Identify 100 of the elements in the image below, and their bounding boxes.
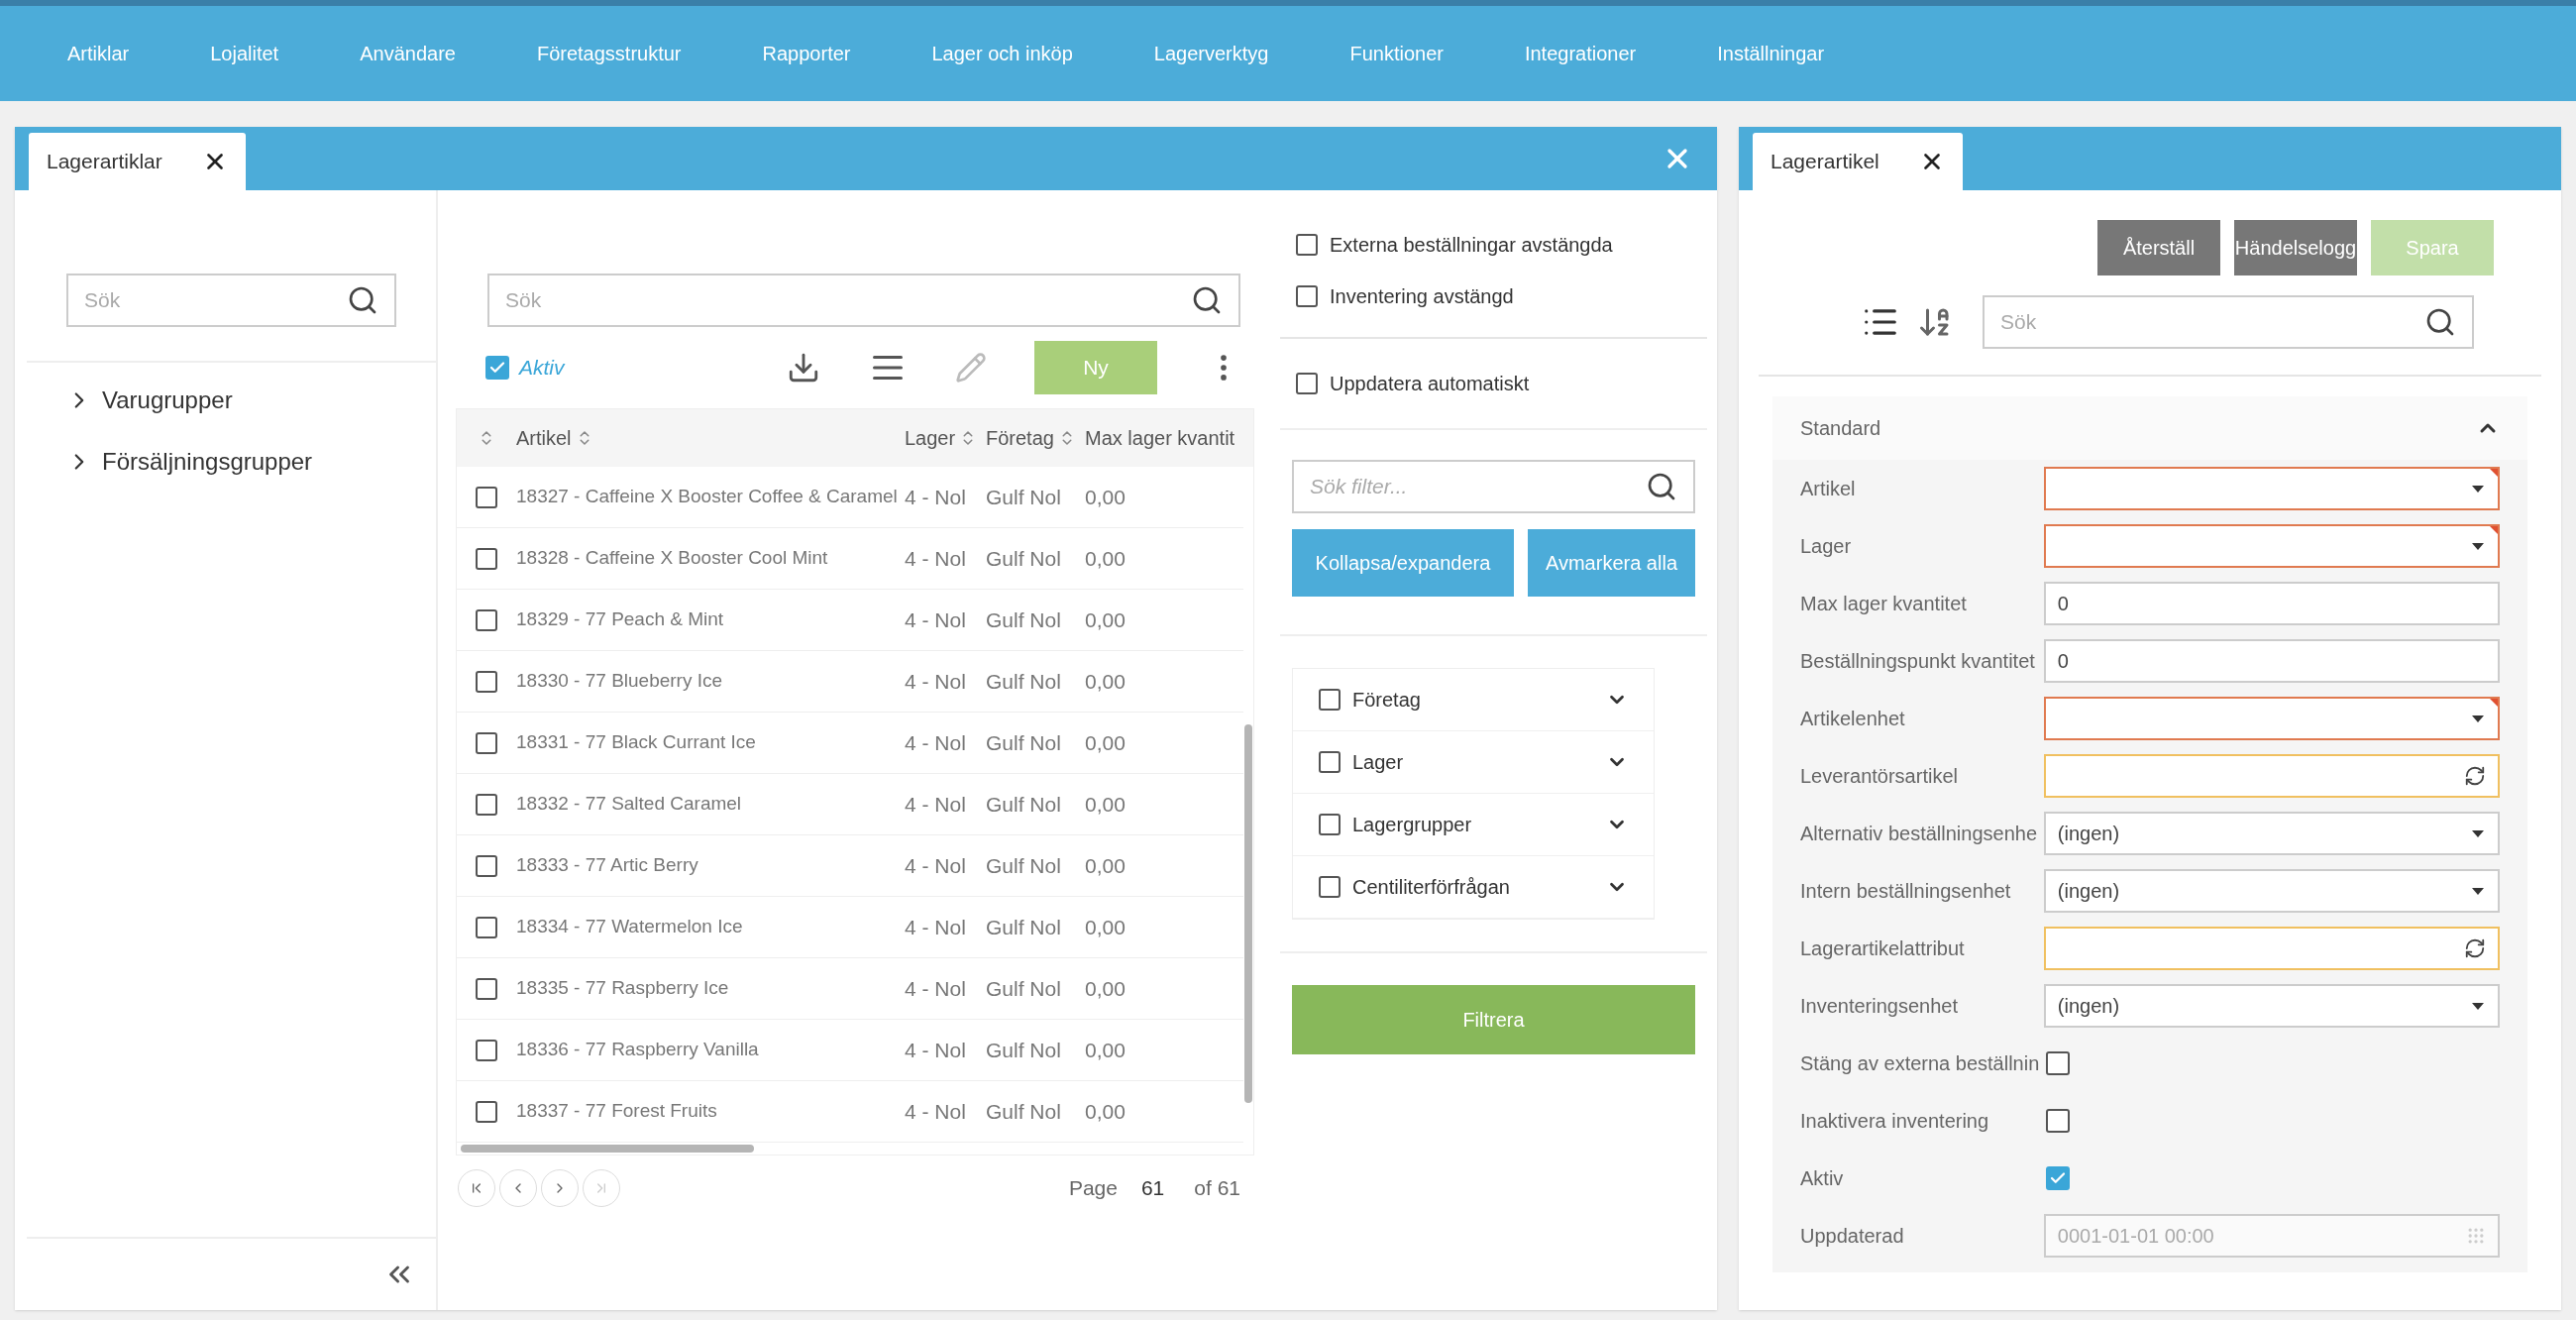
table-row[interactable]: 18331 - 77 Black Currant Ice 4 - Nol Gulf Nol 0,00 [457, 713, 1243, 774]
checkbox[interactable] [2046, 1051, 2070, 1075]
action-button[interactable]: Kollapsa/expandera [1292, 529, 1514, 597]
tree-item[interactable]: Försäljningsgrupper [66, 444, 396, 480]
filter-group[interactable]: Lagergrupper [1293, 794, 1654, 856]
table-row[interactable]: 18332 - 77 Salted Caramel 4 - Nol Gulf Nol 0,00 [457, 774, 1243, 835]
table-cell-text: 4 - Nol [905, 1037, 967, 1063]
table-row[interactable]: 18329 - 77 Peach & Mint 4 - Nol Gulf Nol 0,00 [457, 590, 1243, 651]
search-input[interactable]: Sök [84, 284, 347, 316]
search-input[interactable]: Sök filter... [1310, 471, 1646, 502]
caret-icon [2470, 541, 2486, 551]
checkbox[interactable] [1296, 373, 1318, 394]
dropdown-field[interactable]: (ingen) [2043, 869, 2500, 913]
window-tab[interactable]: Lagerartikel [1753, 133, 1963, 190]
nav-item[interactable]: Användare [360, 39, 456, 68]
scrollbar[interactable] [461, 1145, 754, 1153]
input-field[interactable] [2043, 927, 2500, 970]
page-number[interactable]: 61 [1140, 1172, 1165, 1204]
search-field[interactable]: Sök [66, 274, 396, 327]
table-row[interactable]: 18337 - 77 Forest Fruits 4 - Nol Gulf Nol 0,00 [457, 1081, 1243, 1143]
dropdown-field[interactable] [2043, 697, 2500, 740]
action-button[interactable]: Avmarkera alla [1528, 529, 1695, 597]
column-header[interactable]: Max lager kvantit [1085, 423, 1253, 453]
column-header[interactable]: Företag [986, 423, 1085, 453]
nav-item[interactable]: Integrationer [1524, 39, 1637, 68]
caret-icon [2470, 714, 2486, 723]
dropdown-field[interactable] [2043, 524, 2500, 568]
nav-item[interactable]: Funktioner [1349, 39, 1444, 68]
field-label: Lager [1800, 534, 1853, 559]
checkbox[interactable] [476, 670, 497, 693]
window-tab[interactable]: Lagerartiklar [29, 133, 246, 190]
search-icon [1646, 471, 1677, 502]
input-field[interactable] [2043, 754, 2500, 798]
search-input[interactable]: Sök [2000, 306, 2424, 338]
table-cell-text: 18336 - 77 Raspberry Vanilla [516, 1038, 760, 1062]
table-row[interactable]: 18335 - 77 Raspberry Ice 4 - Nol Gulf Nol 0,00 [457, 958, 1243, 1020]
tab-label: Lagerartiklar [47, 149, 162, 175]
search-field[interactable]: Sök filter... [1292, 460, 1695, 513]
table-cell-text: Gulf Nol [986, 668, 1062, 695]
checkbox[interactable] [1319, 689, 1341, 711]
table-row[interactable]: 18336 - 77 Raspberry Vanilla 4 - Nol Gulf Nol 0,00 [457, 1020, 1243, 1081]
table-row[interactable]: 18334 - 77 Watermelon Ice 4 - Nol Gulf Nol 0,00 [457, 897, 1243, 958]
checkbox[interactable] [476, 1039, 497, 1061]
dropdown-field[interactable]: (ingen) [2043, 984, 2500, 1028]
checkbox[interactable] [476, 608, 497, 631]
checkbox[interactable] [1319, 876, 1341, 898]
checkbox[interactable] [1319, 751, 1341, 773]
field-label: Artikelenhet [1800, 707, 1906, 731]
nav-item[interactable]: Inställningar [1717, 39, 1825, 68]
table-row[interactable]: 18328 - Caffeine X Booster Cool Mint 4 - Nol Gulf Nol 0,00 [457, 528, 1243, 590]
nav-item[interactable]: Företagsstruktur [536, 39, 682, 68]
column-header[interactable]: Lager [905, 423, 986, 453]
checkbox[interactable] [476, 547, 497, 570]
nav-item[interactable]: Rapporter [762, 39, 851, 68]
checkbox[interactable] [476, 854, 497, 877]
toolbar-button[interactable]: Återställ [2097, 220, 2220, 275]
nav-item[interactable]: Artiklar [67, 39, 130, 68]
checkbox[interactable] [2046, 1109, 2070, 1133]
checkbox[interactable] [476, 916, 497, 938]
checkbox[interactable] [485, 356, 509, 380]
checkbox[interactable] [1296, 234, 1318, 256]
checkbox[interactable] [476, 731, 497, 754]
checkbox[interactable] [1296, 285, 1318, 307]
checkbox[interactable] [476, 977, 497, 1000]
search-field[interactable]: Sök [1983, 295, 2474, 349]
filter-group[interactable]: Lager [1293, 731, 1654, 794]
checkbox[interactable] [476, 793, 497, 816]
section-header[interactable]: Standard [1772, 396, 2527, 460]
table-row[interactable]: 18330 - 77 Blueberry Ice 4 - Nol Gulf Nol 0,00 [457, 651, 1243, 713]
checkbox[interactable] [476, 486, 497, 508]
nav-item[interactable]: Lager och inköp [931, 39, 1073, 68]
checkbox[interactable] [2046, 1166, 2070, 1190]
nav-item[interactable]: Lagerverktyg [1153, 39, 1269, 68]
table-cell-text: 18332 - 77 Salted Caramel [516, 792, 743, 817]
required-marker-icon [2490, 699, 2498, 707]
table-cell-text: 0,00 [1085, 545, 1126, 572]
dropdown-field[interactable]: (ingen) [2043, 812, 2500, 855]
nav-item[interactable]: Lojalitet [210, 39, 279, 68]
scrollbar[interactable] [1244, 724, 1252, 1103]
table-cell-text: 0,00 [1085, 1037, 1126, 1063]
search-icon [2424, 306, 2456, 338]
filter-group[interactable]: Centiliterförfrågan [1293, 856, 1654, 919]
checkbox[interactable] [1319, 814, 1341, 835]
table-cell-text: Gulf Nol [986, 791, 1062, 818]
search-input[interactable]: Sök [505, 284, 1191, 316]
search-field[interactable]: Sök [487, 274, 1240, 327]
filter-group[interactable]: Företag [1293, 669, 1654, 731]
table-row[interactable]: 18333 - 77 Artic Berry 4 - Nol Gulf Nol 0,00 [457, 835, 1243, 897]
table-row[interactable]: 18327 - Caffeine X Booster Coffee & Caramel 4 - Nol Gulf Nol 0,00 [457, 467, 1243, 528]
dropdown-field[interactable] [2043, 467, 2500, 510]
download-icon[interactable] [787, 351, 820, 385]
filter-button[interactable]: Filtrera [1292, 985, 1695, 1054]
checkbox[interactable] [476, 1100, 497, 1123]
toolbar-button[interactable]: Händelselogg [2234, 220, 2357, 275]
tree-item[interactable]: Varugrupper [66, 383, 396, 418]
input-field[interactable]: 0 [2043, 582, 2500, 625]
checkbox-label: Aktiv [519, 355, 565, 382]
table-cell-text: 0,00 [1085, 729, 1126, 756]
input-field[interactable]: 0 [2043, 639, 2500, 683]
column-header[interactable]: Artikel [516, 423, 905, 453]
